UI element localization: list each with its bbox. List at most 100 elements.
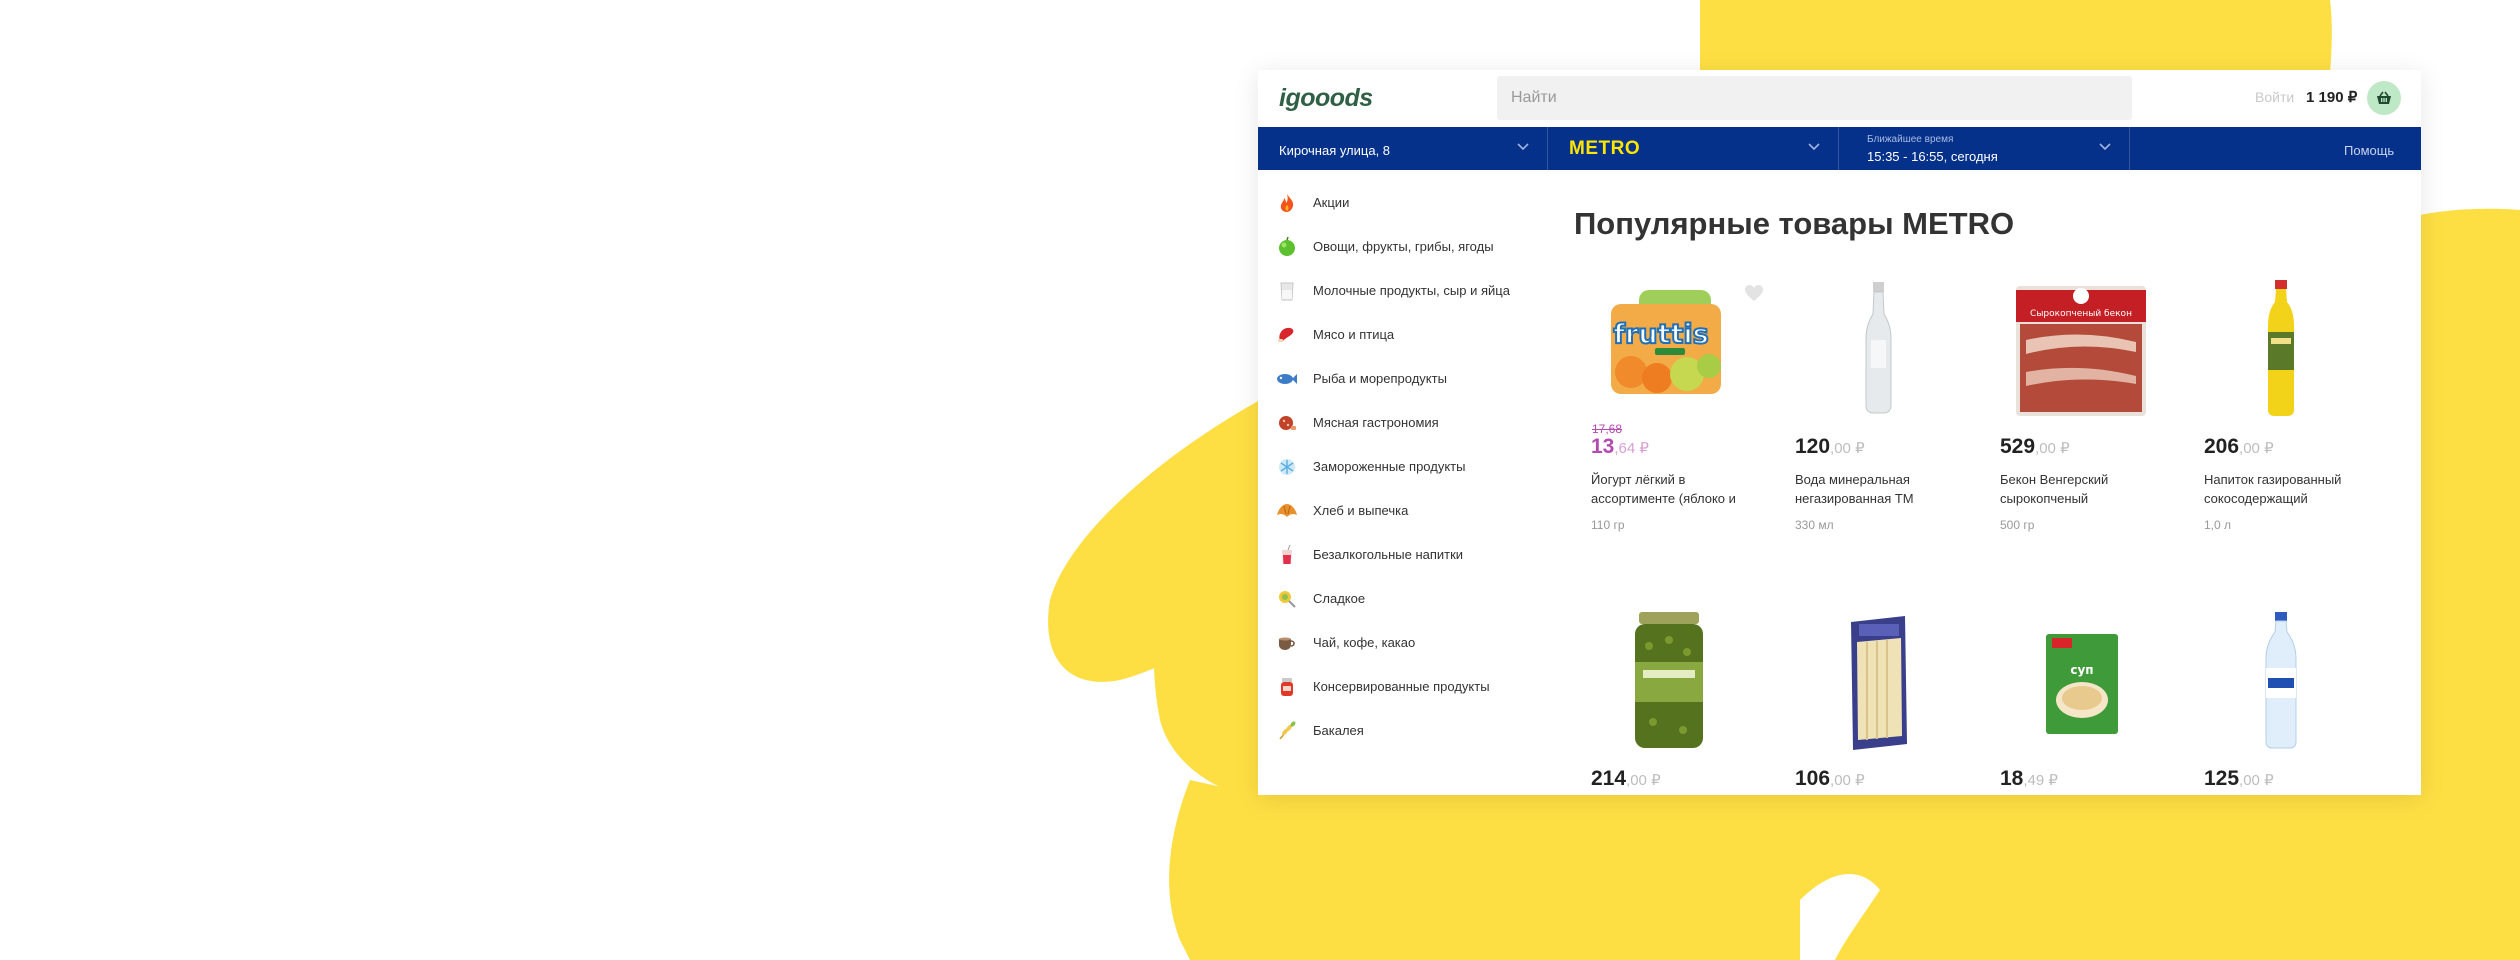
milk-icon [1276,280,1298,302]
heart-icon[interactable] [1744,284,1764,302]
cart-total[interactable]: 1 190 ₽ [2306,88,2357,106]
sidebar-item-canned[interactable]: Консервированные продукты [1276,669,1538,705]
sidebar-item-produce[interactable]: Овощи, фрукты, грибы, ягоды [1276,229,1538,265]
app-window: igooods Войти 1 190 ₽ Кирочная улица, 8 [1258,70,2421,795]
product-price: 214,00 ₽ [1591,767,1661,791]
lollipop-icon [1276,588,1298,610]
price-integer: 18 [2000,767,2024,790]
glass-bottle-image [1865,282,1892,414]
metro-logo: METRO [1569,138,1641,159]
address-selector[interactable]: Кирочная улица, 8 [1258,127,1548,170]
chevron-down-icon [2099,143,2111,151]
price-cents: ,00 ₽ [2239,440,2274,457]
sidebar-item-label: Замороженные продукты [1313,459,1466,474]
store-navbar: Кирочная улица, 8 METRO Ближайшее время … [1258,127,2421,170]
top-header: igooods Войти 1 190 ₽ [1258,70,2421,126]
price-integer: 529 [2000,435,2036,458]
product-price: 106,00 ₽ [1795,767,1865,791]
sidebar-item-label: Мясная гастрономия [1313,415,1439,430]
sidebar-item-drinks[interactable]: Безалкогольные напитки [1276,537,1538,573]
delivery-caption: Ближайшее время [1867,134,1954,145]
meat-icon [1276,324,1298,346]
sidebar-item-frozen[interactable]: Замороженные продукты [1276,449,1538,485]
product-price: 125,00 ₽ [2204,767,2274,791]
soup-pack-image: суп [2046,634,2118,734]
delivery-time-selector[interactable]: Ближайшее время 15:35 - 16:55, сегодня [1840,127,2130,170]
igooods-logo[interactable]: igooods [1279,84,1373,113]
sidebar-item-fish[interactable]: Рыба и морепродукты [1276,361,1538,397]
sidebar-item-deli[interactable]: Мясная гастрономия [1276,405,1538,441]
delivery-time: 15:35 - 16:55, сегодня [1867,149,1998,164]
bacon-pack-image: Сырокопченый бекон [2016,286,2146,416]
sidebar-item-label: Чай, кофе, какао [1313,635,1416,650]
price-integer: 13 [1591,435,1615,458]
svg-text:Сырокопченый бекон: Сырокопченый бекон [2030,309,2132,319]
store-selector[interactable]: METRO [1549,127,1839,170]
sidebar-item-label: Безалкогольные напитки [1313,547,1464,562]
apple-icon [1276,236,1298,258]
sidebar-item-bakery[interactable]: Хлеб и выпечка [1276,493,1538,529]
croissant-icon [1276,500,1298,522]
fire-icon [1276,192,1298,214]
sidebar-item-label: Молочные продукты, сыр и яйца [1313,283,1510,298]
svg-text:суп: суп [2070,663,2093,677]
chevron-down-icon [1517,143,1529,151]
product-price: 18,49 ₽ [2000,767,2058,791]
price-cents: ,00 ₽ [2035,440,2070,457]
fish-icon [1276,368,1298,390]
jar-icon [1276,676,1298,698]
price-cents: ,00 ₽ [2239,772,2274,789]
product-price: 529,00 ₽ [2000,435,2070,459]
price-integer: 214 [1591,767,1627,790]
sausage-icon [1276,412,1298,434]
sidebar-item-label: Овощи, фрукты, грибы, ягоды [1313,239,1494,254]
sidebar-item-label: Консервированные продукты [1313,679,1490,694]
juice-bottle-image [2268,280,2294,416]
price-integer: 106 [1795,767,1831,790]
price-integer: 120 [1795,435,1831,458]
product-name[interactable]: Вода минеральная негазированная ТМ [1795,470,1965,508]
sidebar-item-sweets[interactable]: Сладкое [1276,581,1538,617]
price-cents: ,00 ₽ [1830,772,1865,789]
cart-button[interactable] [2367,81,2401,115]
sidebar-item-promo[interactable]: Акции [1276,185,1538,221]
sidebar-item-dairy[interactable]: Молочные продукты, сыр и яйца [1276,273,1538,309]
sidebar-item-tea-coffee[interactable]: Чай, кофе, какао [1276,625,1538,661]
old-price: 17,68 [1592,422,1623,436]
sidebar-item-label: Сладкое [1313,591,1366,606]
product-weight: 500 гр [2000,518,2035,532]
sidebar-item-meat[interactable]: Мясо и птица [1276,317,1538,353]
water-bottle-image [2265,612,2297,749]
sidebar-item-label: Акции [1313,195,1350,210]
sidebar-item-label: Рыба и морепродукты [1313,371,1447,386]
product-weight: 110 гр [1591,518,1625,532]
login-link[interactable]: Войти [2255,89,2294,105]
product-weight: 1,0 л [2204,518,2232,532]
page-background: igooods Войти 1 190 ₽ Кирочная улица, 8 [0,0,2520,960]
wheat-icon [1276,720,1298,742]
price-integer: 125 [2204,767,2240,790]
address-label: Кирочная улица, 8 [1279,143,1391,158]
peas-jar-image [1635,612,1703,748]
sidebar-item-label: Бакалея [1313,723,1364,738]
price-cents: ,00 ₽ [1830,440,1865,457]
basket-icon [2377,91,2391,104]
product-price: 120,00 ₽ [1795,435,1865,459]
sidebar-item-label: Хлеб и выпечка [1313,503,1409,518]
product-name[interactable]: Бекон Венгерский сырокопченый [2000,470,2170,508]
search-input[interactable] [1497,76,2132,120]
price-cents: ,64 ₽ [1614,440,1649,457]
pasta-pack-image [1851,616,1907,750]
price-cents: ,00 ₽ [1626,772,1661,789]
product-price: 206,00 ₽ [2204,435,2274,459]
drink-icon [1276,544,1298,566]
sidebar-item-grocery[interactable]: Бакалея [1276,713,1538,749]
price-cents: ,49 ₽ [2023,772,2058,789]
chevron-down-icon [1808,143,1820,151]
product-name[interactable]: Йогурт лёгкий в ассортименте (яблоко и [1591,470,1761,508]
page-title: Популярные товары METRO [1574,206,2015,241]
help-link[interactable]: Помощь [2344,143,2394,158]
product-name[interactable]: Напиток газированный сокосодержащий [2204,470,2374,508]
product-weight: 330 мл [1795,518,1834,532]
sidebar-item-label: Мясо и птица [1313,327,1395,342]
